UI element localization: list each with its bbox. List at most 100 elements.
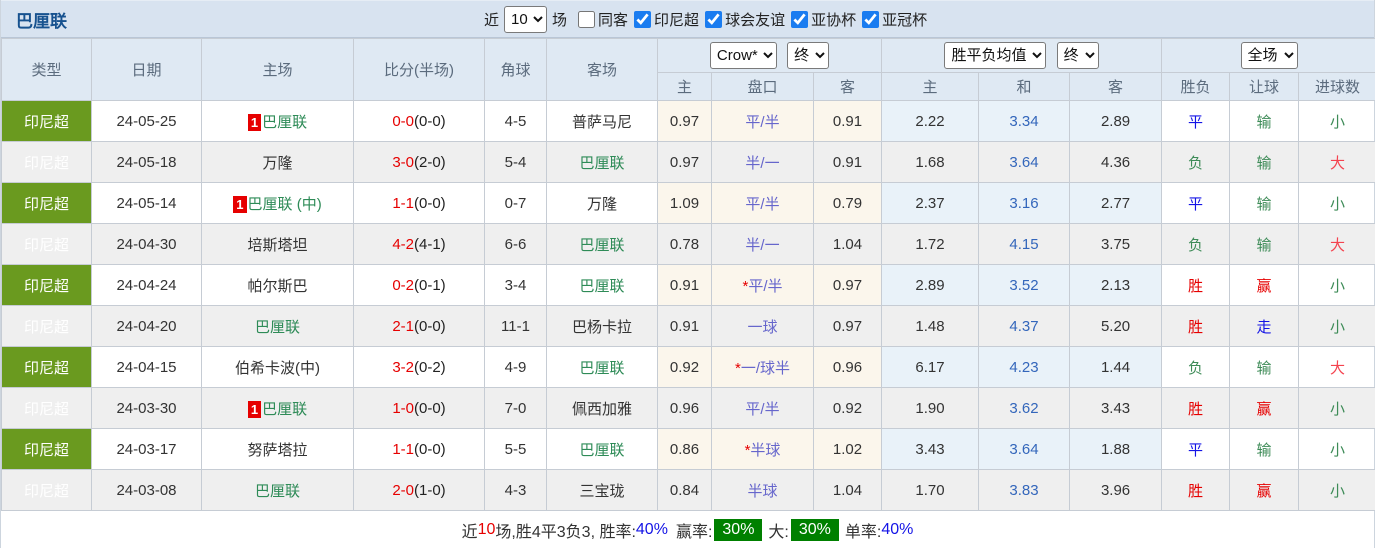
away-team-cell[interactable]: 万隆 bbox=[547, 183, 658, 224]
home-team-name[interactable]: 伯希卡波(中) bbox=[235, 360, 320, 377]
away-team-cell[interactable]: 佩西加雅 bbox=[547, 388, 658, 429]
europe-odds-select[interactable]: 胜平负均值 bbox=[944, 42, 1046, 69]
halftime-score: (0-0) bbox=[414, 400, 446, 417]
league-filter-checkbox[interactable] bbox=[634, 11, 651, 28]
home-team-cell[interactable]: 1巴厘联 bbox=[202, 101, 354, 142]
score-cell[interactable]: 0-0(0-0) bbox=[354, 101, 485, 142]
away-team-name[interactable]: 巴厘联 bbox=[579, 360, 624, 377]
eu-draw-odds: 3.64 bbox=[979, 429, 1070, 470]
league-filter-亚冠杯[interactable]: 亚冠杯 bbox=[856, 9, 927, 30]
league-badge: 印尼超 bbox=[2, 142, 92, 183]
fulltime-score: 3-2 bbox=[392, 359, 414, 376]
recent-count-select[interactable]: 10 bbox=[504, 6, 547, 33]
handicap-result-cell: 赢 bbox=[1230, 388, 1299, 429]
home-team-name[interactable]: 巴厘联 bbox=[255, 483, 300, 500]
ah-line-cell: *一/球半 bbox=[712, 347, 814, 388]
home-team-name[interactable]: 巴厘联 bbox=[262, 401, 307, 418]
home-team-cell[interactable]: 万隆 bbox=[202, 142, 354, 183]
league-filter-亚协杯[interactable]: 亚协杯 bbox=[785, 9, 856, 30]
same-away-filter[interactable]: 同客 bbox=[572, 9, 628, 30]
home-team-name[interactable]: 努萨塔拉 bbox=[247, 442, 307, 459]
ah-home-odds: 0.91 bbox=[658, 306, 712, 347]
league-filter-球会友谊[interactable]: 球会友谊 bbox=[699, 9, 785, 30]
result-cell: 胜 bbox=[1162, 470, 1230, 511]
away-team-name[interactable]: 巴厘联 bbox=[579, 155, 624, 172]
away-team-cell[interactable]: 巴厘联 bbox=[547, 265, 658, 306]
bookmaker-select[interactable]: Crow* bbox=[710, 42, 777, 69]
home-team-cell[interactable]: 帕尔斯巴 bbox=[202, 265, 354, 306]
single-rate-value: 40% bbox=[881, 521, 913, 539]
home-team-name[interactable]: 万隆 bbox=[262, 155, 292, 172]
score-cell[interactable]: 0-2(0-1) bbox=[354, 265, 485, 306]
league-filter-label: 球会友谊 bbox=[725, 9, 785, 30]
home-team-cell[interactable]: 巴厘联 bbox=[202, 470, 354, 511]
fulltime-score: 0-2 bbox=[392, 277, 414, 294]
score-cell[interactable]: 1-1(0-0) bbox=[354, 183, 485, 224]
home-team-cell[interactable]: 培斯塔坦 bbox=[202, 224, 354, 265]
away-team-name[interactable]: 巴厘联 bbox=[579, 442, 624, 459]
halftime-score: (0-0) bbox=[414, 195, 446, 212]
eu-away-odds: 3.43 bbox=[1070, 388, 1162, 429]
home-team-name[interactable]: 巴厘联 bbox=[262, 114, 307, 131]
ah-line-cell: *半球 bbox=[712, 429, 814, 470]
away-team-name[interactable]: 巴厘联 bbox=[579, 278, 624, 295]
score-cell[interactable]: 4-2(4-1) bbox=[354, 224, 485, 265]
handicap-result-cell: 赢 bbox=[1230, 265, 1299, 306]
sub-eu-draw: 和 bbox=[979, 73, 1070, 101]
away-team-name[interactable]: 佩西加雅 bbox=[572, 401, 632, 418]
europe-time-select[interactable]: 终 bbox=[1057, 42, 1099, 69]
home-team-cell[interactable]: 伯希卡波(中) bbox=[202, 347, 354, 388]
league-filter-checkbox[interactable] bbox=[862, 11, 879, 28]
halftime-score: (0-0) bbox=[414, 113, 446, 130]
ah-line-cell: 平/半 bbox=[712, 388, 814, 429]
away-team-name[interactable]: 巴厘联 bbox=[579, 237, 624, 254]
rank-badge: 1 bbox=[248, 401, 261, 418]
team-stats-panel: 巴厘联 近 10 场 同客 印尼超球会友谊亚协杯亚冠杯 类型 日期 主场 bbox=[0, 0, 1375, 548]
score-cell[interactable]: 2-1(0-0) bbox=[354, 306, 485, 347]
home-team-name[interactable]: 巴厘联 (中) bbox=[248, 196, 322, 213]
team-title: 巴厘联 bbox=[1, 7, 67, 32]
league-filter-checkbox[interactable] bbox=[791, 11, 808, 28]
away-team-cell[interactable]: 巴杨卡拉 bbox=[547, 306, 658, 347]
ah-line-cell: 半球 bbox=[712, 470, 814, 511]
away-team-cell[interactable]: 巴厘联 bbox=[547, 142, 658, 183]
date-cell: 24-03-30 bbox=[92, 388, 202, 429]
score-cell[interactable]: 1-1(0-0) bbox=[354, 429, 485, 470]
away-team-name[interactable]: 普萨马尼 bbox=[572, 114, 632, 131]
corners-cell: 6-6 bbox=[485, 224, 547, 265]
handicap-result-cell: 输 bbox=[1230, 224, 1299, 265]
away-team-cell[interactable]: 巴厘联 bbox=[547, 224, 658, 265]
league-filter-checkbox[interactable] bbox=[705, 11, 722, 28]
away-team-cell[interactable]: 巴厘联 bbox=[547, 347, 658, 388]
away-team-cell[interactable]: 巴厘联 bbox=[547, 429, 658, 470]
period-select[interactable]: 全场 bbox=[1241, 42, 1298, 69]
score-cell[interactable]: 1-0(0-0) bbox=[354, 388, 485, 429]
home-team-name[interactable]: 帕尔斯巴 bbox=[247, 278, 307, 295]
home-team-cell[interactable]: 1巴厘联 (中) bbox=[202, 183, 354, 224]
score-cell[interactable]: 2-0(1-0) bbox=[354, 470, 485, 511]
home-team-name[interactable]: 巴厘联 bbox=[255, 319, 300, 336]
filter-controls: 近 10 场 同客 印尼超球会友谊亚协杯亚冠杯 bbox=[479, 1, 927, 37]
league-filter-印尼超[interactable]: 印尼超 bbox=[628, 9, 699, 30]
away-team-cell[interactable]: 普萨马尼 bbox=[547, 101, 658, 142]
halftime-score: (2-0) bbox=[414, 154, 446, 171]
score-cell[interactable]: 3-0(2-0) bbox=[354, 142, 485, 183]
league-badge: 印尼超 bbox=[2, 429, 92, 470]
home-team-cell[interactable]: 1巴厘联 bbox=[202, 388, 354, 429]
goals-result-cell: 大 bbox=[1299, 224, 1375, 265]
ah-away-odds: 1.04 bbox=[814, 470, 882, 511]
away-team-cell[interactable]: 三宝珑 bbox=[547, 470, 658, 511]
home-team-cell[interactable]: 努萨塔拉 bbox=[202, 429, 354, 470]
away-team-name[interactable]: 巴杨卡拉 bbox=[572, 319, 632, 336]
same-away-checkbox[interactable] bbox=[578, 11, 595, 28]
score-cell[interactable]: 3-2(0-2) bbox=[354, 347, 485, 388]
table-row: 印尼超 24-05-14 1巴厘联 (中) 1-1(0-0) 0-7 万隆 1.… bbox=[2, 183, 1375, 224]
win-rate-value: 40% bbox=[636, 521, 668, 539]
home-team-name[interactable]: 培斯塔坦 bbox=[247, 237, 307, 254]
ah-away-odds: 0.91 bbox=[814, 101, 882, 142]
away-team-name[interactable]: 三宝珑 bbox=[579, 483, 624, 500]
away-team-name[interactable]: 万隆 bbox=[587, 196, 617, 213]
bookmaker-time-select[interactable]: 终 bbox=[787, 42, 829, 69]
home-team-cell[interactable]: 巴厘联 bbox=[202, 306, 354, 347]
eu-home-odds: 2.89 bbox=[882, 265, 979, 306]
